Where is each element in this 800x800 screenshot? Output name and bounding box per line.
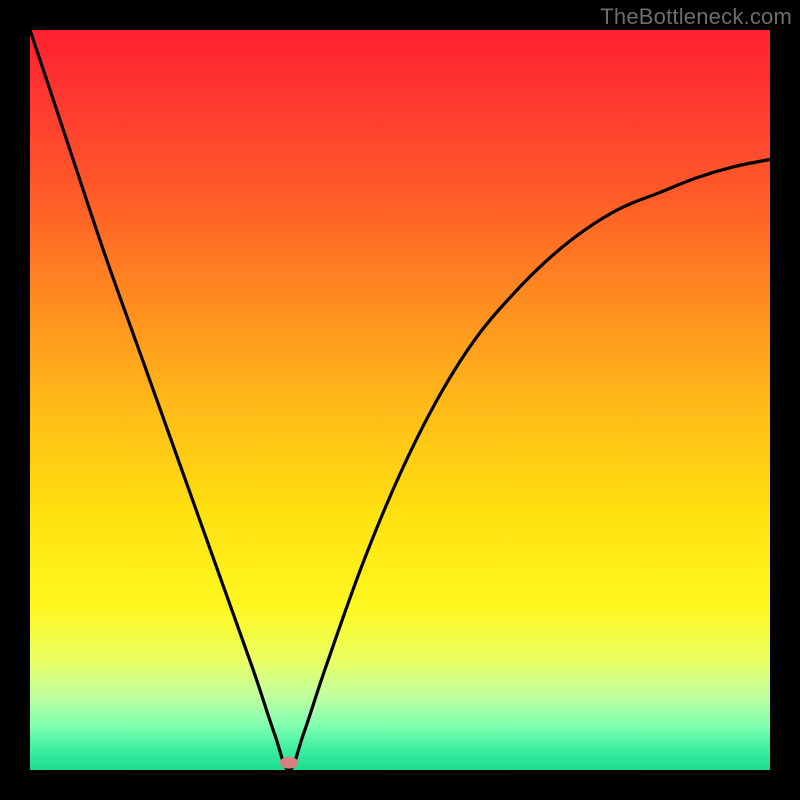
min-marker — [280, 757, 298, 769]
bottleneck-curve — [30, 30, 770, 770]
chart-frame: TheBottleneck.com — [0, 0, 800, 800]
watermark-text: TheBottleneck.com — [600, 4, 792, 30]
plot-area — [30, 30, 770, 770]
curve-layer — [30, 30, 770, 770]
